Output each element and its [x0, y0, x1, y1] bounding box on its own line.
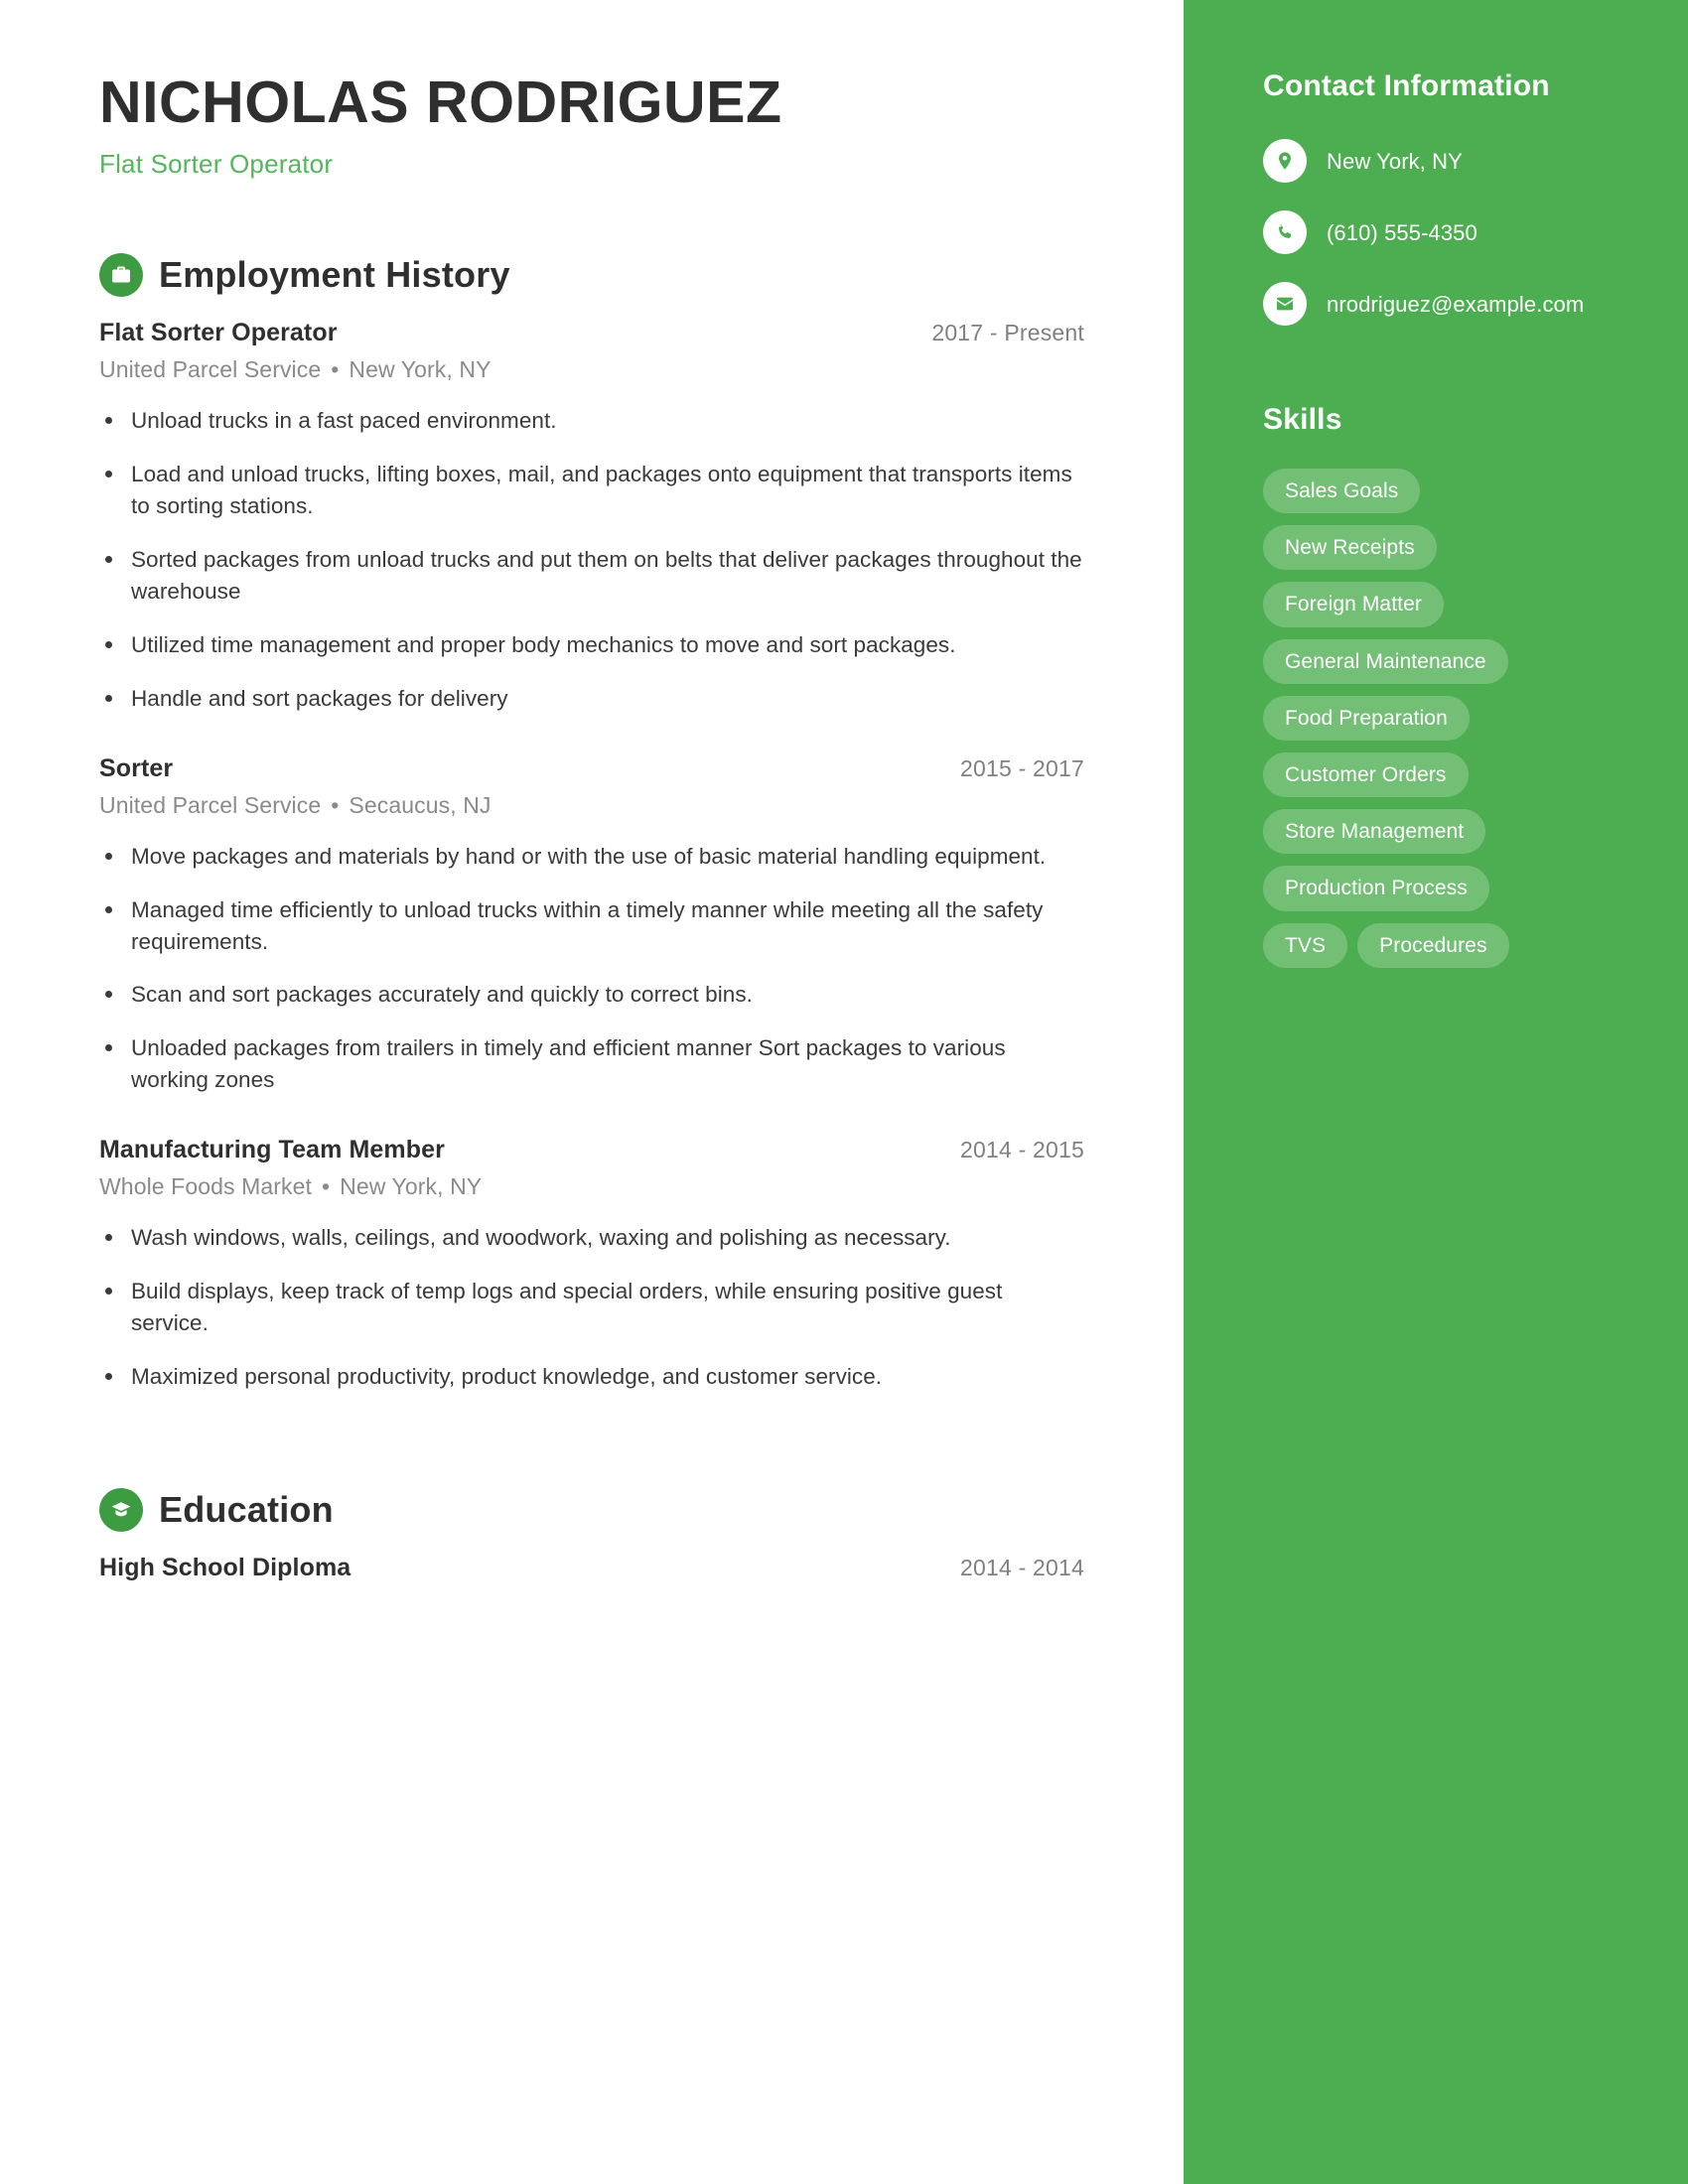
- list-item: Load and unload trucks, lifting boxes, m…: [99, 459, 1084, 522]
- entry-company: Whole Foods Market: [99, 1173, 312, 1200]
- skill-pill: Sales Goals: [1263, 469, 1421, 514]
- main-column: NICHOLAS RODRIGUEZ Flat Sorter Operator …: [0, 0, 1184, 2184]
- education-entry: High School Diploma 2014 - 2014: [99, 1554, 1084, 1582]
- list-item: Scan and sort packages accurately and qu…: [99, 979, 1084, 1011]
- graduation-cap-icon: [99, 1488, 143, 1533]
- resume-page: NICHOLAS RODRIGUEZ Flat Sorter Operator …: [0, 0, 1688, 2184]
- entry-location: Secaucus, NJ: [349, 791, 492, 818]
- job-subtitle: Flat Sorter Operator: [99, 149, 334, 180]
- skill-pill: Food Preparation: [1263, 695, 1470, 741]
- employment-section-title: Employment History: [159, 254, 510, 296]
- entry-heading-row: Manufacturing Team Member 2014 - 2015: [99, 1136, 1084, 1164]
- skills-section-title: Skills: [1263, 403, 1342, 436]
- contact-location-value: New York, NY: [1327, 149, 1463, 174]
- entry-location: New York, NY: [340, 1173, 483, 1200]
- education-section-title: Education: [159, 1489, 334, 1531]
- list-item: Handle and sort packages for delivery: [99, 683, 1084, 715]
- contact-email-value: nrodriguez@example.com: [1327, 292, 1585, 317]
- entry-location: New York, NY: [349, 356, 492, 383]
- entry-bullets: Wash windows, walls, ceilings, and woodw…: [99, 1222, 1084, 1393]
- entry-title: High School Diploma: [99, 1554, 352, 1582]
- list-item: Move packages and materials by hand or w…: [99, 841, 1084, 873]
- list-item: Unload trucks in a fast paced environmen…: [99, 405, 1084, 437]
- sidebar: Contact Information New York, NY (610) 5…: [1184, 0, 1688, 2184]
- phone-icon: [1263, 210, 1307, 254]
- entry-dates: 2014 - 2015: [960, 1137, 1084, 1163]
- entry-meta: United Parcel Service • Secaucus, NJ: [99, 792, 1084, 819]
- education-section-header: Education: [99, 1488, 1084, 1533]
- location-pin-icon: [1263, 139, 1307, 183]
- contact-item-phone: (610) 555-4350: [1263, 210, 1632, 254]
- page-title: NICHOLAS RODRIGUEZ: [99, 69, 782, 135]
- entry-bullets: Move packages and materials by hand or w…: [99, 841, 1084, 1097]
- skill-pill: Foreign Matter: [1263, 582, 1444, 627]
- entry-title: Flat Sorter Operator: [99, 319, 338, 347]
- contact-item-location: New York, NY: [1263, 139, 1632, 183]
- contact-list: New York, NY (610) 555-4350 nrodriguez@e…: [1263, 139, 1632, 326]
- entry-title: Manufacturing Team Member: [99, 1136, 445, 1164]
- list-item: Wash windows, walls, ceilings, and woodw…: [99, 1222, 1084, 1254]
- employment-entry: Sorter 2015 - 2017 United Parcel Service…: [99, 754, 1084, 1097]
- skill-pill: Production Process: [1263, 866, 1489, 911]
- contact-phone-value: (610) 555-4350: [1327, 220, 1477, 245]
- entry-bullets: Unload trucks in a fast paced environmen…: [99, 405, 1084, 715]
- skill-pill: General Maintenance: [1263, 638, 1508, 684]
- entry-meta: United Parcel Service • New York, NY: [99, 356, 1084, 383]
- entry-heading-row: Flat Sorter Operator 2017 - Present: [99, 319, 1084, 347]
- list-item: Unloaded packages from trailers in timel…: [99, 1032, 1084, 1096]
- entry-dates: 2014 - 2014: [960, 1555, 1084, 1581]
- skill-pill: Procedures: [1357, 922, 1509, 968]
- entry-heading-row: Sorter 2015 - 2017: [99, 754, 1084, 783]
- entry-company: United Parcel Service: [99, 791, 322, 818]
- list-item: Managed time efficiently to unload truck…: [99, 894, 1084, 958]
- contact-item-email: nrodriguez@example.com: [1263, 282, 1632, 326]
- entry-title: Sorter: [99, 753, 174, 782]
- skill-pill: TVS: [1263, 922, 1348, 968]
- meta-separator: •: [331, 356, 340, 383]
- entry-company: United Parcel Service: [99, 356, 322, 383]
- employment-entry: Manufacturing Team Member 2014 - 2015 Wh…: [99, 1136, 1084, 1393]
- entry-dates: 2017 - Present: [931, 320, 1084, 346]
- employment-section-header: Employment History: [99, 253, 1084, 298]
- envelope-icon: [1263, 282, 1307, 326]
- briefcase-icon: [99, 253, 143, 298]
- entry-meta: Whole Foods Market • New York, NY: [99, 1173, 1084, 1200]
- meta-separator: •: [331, 791, 340, 818]
- list-item: Sorted packages from unload trucks and p…: [99, 544, 1084, 608]
- list-item: Maximized personal productivity, product…: [99, 1361, 1084, 1393]
- list-item: Utilized time management and proper body…: [99, 629, 1084, 661]
- entry-dates: 2015 - 2017: [960, 754, 1084, 781]
- meta-separator: •: [322, 1173, 331, 1200]
- list-item: Build displays, keep track of temp logs …: [99, 1276, 1084, 1339]
- skills-list: Sales Goals New Receipts Foreign Matter …: [1263, 469, 1533, 968]
- contact-section-title: Contact Information: [1263, 69, 1550, 102]
- skill-pill: Store Management: [1263, 809, 1486, 855]
- employment-entry: Flat Sorter Operator 2017 - Present Unit…: [99, 319, 1084, 715]
- skill-pill: New Receipts: [1263, 525, 1437, 571]
- skill-pill: Customer Orders: [1263, 751, 1469, 798]
- employment-entries: Flat Sorter Operator 2017 - Present Unit…: [99, 319, 1084, 1393]
- entry-heading-row: High School Diploma 2014 - 2014: [99, 1554, 1084, 1582]
